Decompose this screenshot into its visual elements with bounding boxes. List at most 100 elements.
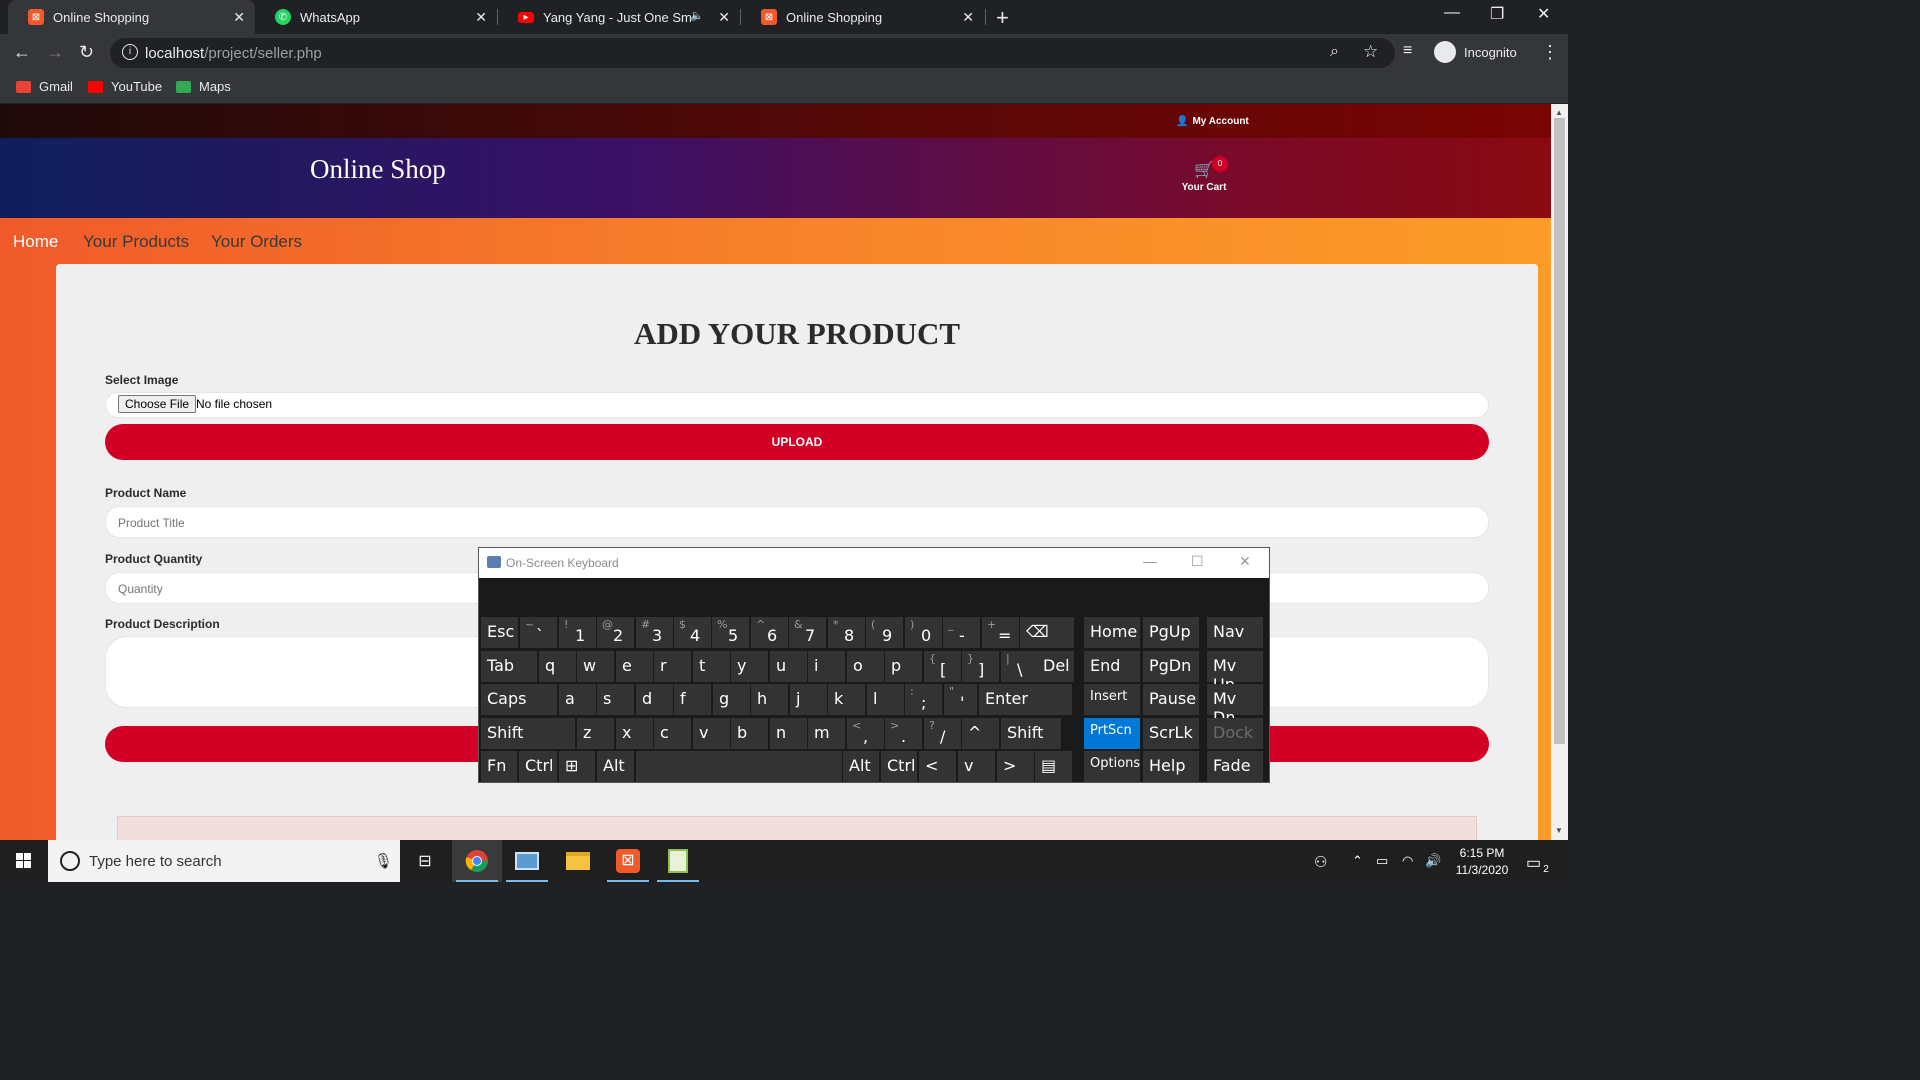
osk-key[interactable]: _ - — [943, 617, 980, 648]
forward-icon[interactable]: → — [46, 42, 64, 63]
scrollbar-thumb[interactable] — [1554, 118, 1565, 744]
osk-key[interactable]: ! 1 — [559, 617, 596, 648]
scroll-down-icon[interactable]: ▼ — [1555, 826, 1563, 835]
osk-key[interactable]: x — [616, 718, 653, 749]
osk-key[interactable]: Ctrl — [519, 751, 557, 782]
osk-key[interactable]: ▤ — [1035, 751, 1072, 782]
osk-key[interactable]: <, — [847, 718, 884, 749]
osk-key[interactable]: Tab — [481, 651, 537, 682]
osk-key[interactable]: v — [693, 718, 730, 749]
nav-your-orders[interactable]: Your Orders — [211, 232, 302, 252]
osk-key[interactable]: }] — [962, 651, 999, 682]
osk-key[interactable]: k — [828, 684, 865, 715]
osk-key[interactable]: Home — [1084, 617, 1140, 648]
osk-key[interactable]: m — [808, 718, 845, 749]
osk-key[interactable]: {[ — [924, 651, 961, 682]
osk-key[interactable]: Mv Up — [1207, 651, 1263, 694]
tab-online-shopping-active[interactable]: ⊠ Online Shopping ✕ — [8, 0, 255, 34]
system-clock[interactable]: 6:15 PM 11/3/2020 — [1452, 845, 1512, 879]
volume-icon[interactable]: 🔊 — [1425, 853, 1441, 869]
osk-key[interactable]: (9 — [866, 617, 903, 648]
restore-window-icon[interactable]: ❐ — [1490, 4, 1504, 24]
osk-key[interactable]: t — [693, 651, 730, 682]
osk-key[interactable]: End — [1084, 651, 1140, 682]
osk-key[interactable]: n — [770, 718, 807, 749]
notification-icon[interactable]: ▭ — [1526, 853, 1541, 873]
osk-title-bar[interactable]: On-Screen Keyboard — ☐ ✕ — [479, 548, 1269, 578]
osk-key[interactable]: e — [616, 651, 653, 682]
osk-key[interactable]: g — [713, 684, 750, 715]
osk-key[interactable]: ⊞ — [559, 751, 595, 782]
task-view-icon[interactable]: ⊟ — [400, 840, 450, 882]
wifi-icon[interactable]: ◠ — [1402, 853, 1413, 869]
osk-key[interactable]: j — [790, 684, 827, 715]
osk-key[interactable]: c — [654, 718, 691, 749]
osk-key[interactable]: r — [654, 651, 691, 682]
remote-desktop-icon[interactable] — [502, 840, 552, 882]
bookmark-maps[interactable]: Maps — [176, 79, 231, 94]
osk-key[interactable]: " ' — [944, 684, 977, 715]
media-control-icon[interactable]: ≡ — [1403, 42, 1412, 60]
osk-key[interactable]: < — [919, 751, 956, 782]
page-scrollbar[interactable]: ▲ ▼ — [1551, 104, 1568, 840]
osk-key[interactable]: o — [847, 651, 884, 682]
osk-key[interactable]: Esc — [481, 617, 518, 648]
product-name-input[interactable]: Product Title — [105, 506, 1489, 538]
people-icon[interactable]: ⚇ — [1314, 853, 1327, 871]
back-icon[interactable]: ← — [13, 42, 31, 63]
osk-key[interactable]: PgDn — [1143, 651, 1199, 682]
close-tab-icon[interactable]: ✕ — [475, 9, 487, 26]
osk-key[interactable]: Mv Dn — [1207, 684, 1263, 727]
close-window-icon[interactable]: ✕ — [1537, 4, 1550, 24]
notepad-plus-icon[interactable] — [653, 840, 703, 882]
osk-key[interactable]: PrtScn — [1084, 718, 1140, 749]
bookmark-star-icon[interactable]: ☆ — [1363, 42, 1378, 62]
osk-key[interactable]: ScrLk — [1143, 718, 1199, 749]
osk-key[interactable]: #3 — [636, 617, 673, 648]
minimize-window-icon[interactable]: — — [1444, 4, 1460, 22]
choose-file-button[interactable]: Choose File — [118, 395, 197, 413]
osk-key[interactable]: Nav — [1207, 617, 1263, 648]
file-explorer-icon[interactable] — [553, 840, 603, 882]
osk-key[interactable]: >. — [885, 718, 922, 749]
new-tab-icon[interactable]: + — [996, 5, 1009, 31]
tab-whatsapp[interactable]: ✆ WhatsApp ✕ — [255, 0, 497, 34]
osk-key[interactable]: i — [808, 651, 845, 682]
osk-key[interactable]: Pause — [1143, 684, 1199, 715]
osk-key[interactable]: u — [770, 651, 807, 682]
upload-button[interactable]: UPLOAD — [105, 424, 1489, 460]
osk-key[interactable]: w — [577, 651, 614, 682]
osk-key[interactable]: % 5 — [712, 617, 749, 648]
cart-button[interactable]: 🛒 0 Your Cart — [1178, 156, 1230, 193]
nav-your-products[interactable]: Your Products — [83, 232, 189, 252]
osk-key[interactable]: p — [885, 651, 922, 682]
osk-key[interactable]: Alt — [597, 751, 634, 782]
osk-key[interactable]: Insert — [1084, 684, 1140, 715]
osk-key[interactable]: a — [559, 684, 596, 715]
bookmark-gmail[interactable]: Gmail — [16, 79, 73, 94]
osk-key[interactable]: PgUp — [1143, 617, 1199, 648]
osk-key[interactable]: Del — [1037, 651, 1074, 682]
osk-key[interactable]: Help — [1143, 751, 1199, 782]
tab-youtube[interactable]: ▸ Yang Yang - Just One Smile I 🔈 ✕ — [498, 0, 740, 34]
osk-key[interactable]: Shift — [481, 718, 575, 749]
osk-key[interactable]: ? / — [924, 718, 961, 749]
osk-key[interactable]: ) 0 — [905, 617, 942, 648]
chrome-icon[interactable] — [452, 840, 502, 882]
file-input[interactable]: Choose File No file chosen — [105, 392, 1489, 418]
osk-key[interactable]: z — [577, 718, 614, 749]
osk-key[interactable]: & 7 — [789, 617, 826, 648]
osk-key[interactable]: ~ ` — [520, 617, 557, 648]
osk-key[interactable]: Options — [1084, 751, 1140, 782]
site-logo[interactable]: Online Shop — [310, 154, 446, 185]
bookmark-youtube[interactable]: YouTube — [88, 79, 162, 94]
osk-key[interactable]: ^ — [962, 718, 999, 749]
maximize-icon[interactable]: ☐ — [1191, 553, 1204, 570]
osk-key[interactable]: y — [731, 651, 768, 682]
osk-key[interactable]: Shift — [1001, 718, 1061, 749]
minimize-icon[interactable]: — — [1143, 553, 1157, 569]
tab-online-shopping[interactable]: ⊠ Online Shopping ✕ — [741, 0, 984, 34]
osk-key[interactable]: f — [674, 684, 711, 715]
osk-key[interactable]: Ctrl — [881, 751, 917, 782]
osk-key[interactable]: s — [597, 684, 634, 715]
